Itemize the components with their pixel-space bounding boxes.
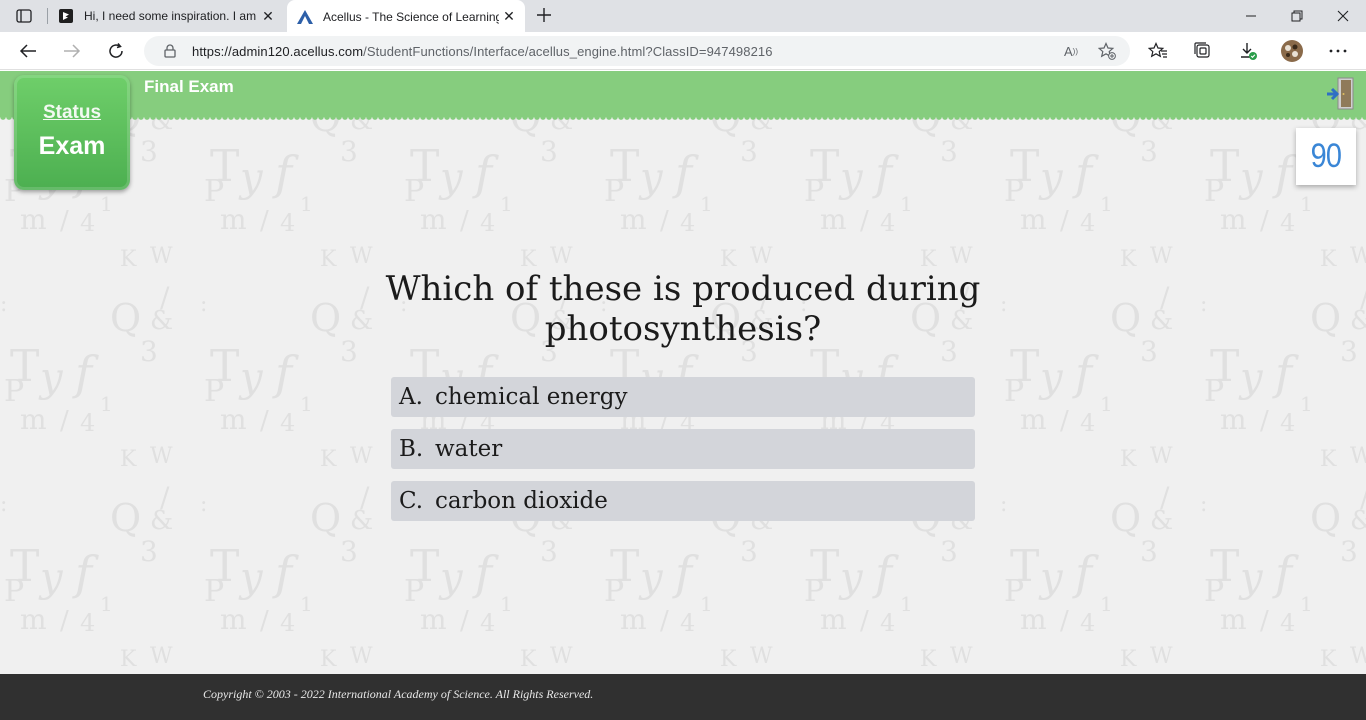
download-icon	[1241, 43, 1257, 60]
close-tab-icon[interactable]: ✕	[258, 6, 278, 26]
close-icon	[1337, 10, 1349, 22]
avatar-icon	[1281, 40, 1303, 62]
page-footer: Copyright © 2003 - 2022 International Ac…	[0, 674, 1366, 720]
close-window-button[interactable]	[1320, 0, 1366, 32]
question-text: Which of these is produced during photos…	[385, 269, 981, 349]
tab-acellus[interactable]: Acellus - The Science of Learning ✕	[287, 0, 525, 33]
favorites-button[interactable]	[1144, 37, 1172, 65]
answer-option-b[interactable]: B. water	[391, 429, 975, 469]
url-text[interactable]: https://admin120.acellus.com/StudentFunc…	[192, 44, 773, 59]
acellus-icon	[297, 9, 313, 25]
tab-title: Hi, I need some inspiration. I am	[84, 9, 257, 23]
add-favorite-icon[interactable]	[1096, 41, 1118, 61]
refresh-button[interactable]	[102, 37, 130, 65]
refresh-icon	[109, 43, 123, 58]
score-card: 90	[1296, 128, 1356, 185]
answer-list: A. chemical energy B. water C. carbon di…	[391, 377, 975, 533]
copyright-text: Copyright © 2003 - 2022 International Ac…	[203, 687, 594, 701]
collections-icon	[1194, 42, 1210, 58]
url-path: /StudentFunctions/Interface/acellus_engi…	[363, 43, 773, 59]
downloads-button[interactable]	[1234, 37, 1262, 65]
browser-toolbar: https://admin120.acellus.com/StudentFunc…	[0, 32, 1366, 70]
read-aloud-label: A	[1064, 43, 1073, 59]
acellus-page: T y f P m / 4 Q & 3 / K W : 1	[0, 71, 1366, 674]
settings-more-button[interactable]	[1324, 37, 1352, 65]
close-tab-icon[interactable]: ✕	[499, 7, 519, 27]
url-host: https://admin120.acellus.com	[192, 43, 364, 59]
new-tab-button[interactable]	[533, 4, 555, 26]
arrow-right-icon	[64, 44, 81, 58]
exit-button[interactable]	[1326, 77, 1356, 111]
bing-chat-icon	[58, 8, 74, 24]
address-bar[interactable]: https://admin120.acellus.com/StudentFunc…	[144, 36, 1130, 66]
answer-text: water	[435, 436, 503, 462]
status-value: Exam	[38, 132, 106, 160]
exam-title: Final Exam	[144, 77, 234, 96]
back-button[interactable]	[14, 37, 42, 65]
read-aloud-icon[interactable]: A))	[1060, 41, 1082, 61]
tab-actions-menu-button[interactable]	[10, 6, 38, 26]
lock-icon[interactable]	[162, 43, 178, 59]
status-link[interactable]: Status	[14, 102, 130, 124]
plus-icon	[537, 8, 551, 22]
favorites-icon	[1148, 42, 1167, 58]
minimize-icon	[1246, 15, 1256, 17]
answer-text: carbon dioxide	[435, 488, 608, 514]
tab-title: Acellus - The Science of Learning	[323, 9, 499, 24]
tab-actions-icon	[16, 9, 32, 23]
forward-button[interactable]	[58, 37, 86, 65]
browser-tab-bar: Hi, I need some inspiration. I am ✕ Acel…	[0, 0, 1366, 33]
collections-button[interactable]	[1189, 37, 1217, 65]
minimize-button[interactable]	[1228, 0, 1274, 32]
answer-option-c[interactable]: C. carbon dioxide	[391, 481, 975, 521]
tab-bing-chat[interactable]: Hi, I need some inspiration. I am ✕	[48, 0, 284, 32]
status-panel[interactable]: Status Exam	[14, 75, 130, 190]
answer-text: chemical energy	[435, 384, 628, 410]
restore-icon	[1291, 10, 1303, 22]
score-value: 90	[1310, 137, 1342, 175]
more-dots-icon	[1329, 49, 1347, 53]
answer-letter: C.	[399, 488, 424, 514]
header-scallop-edge	[0, 117, 1366, 122]
restore-button[interactable]	[1274, 0, 1320, 32]
answer-letter: B.	[399, 436, 424, 462]
answer-option-a[interactable]: A. chemical energy	[391, 377, 975, 417]
arrow-left-icon	[19, 44, 36, 58]
background-pattern: T y f P m / 4 Q & 3 / K W : 1	[0, 71, 1366, 674]
exit-door-icon	[1327, 77, 1354, 110]
profile-avatar[interactable]	[1278, 37, 1306, 65]
answer-letter: A.	[399, 384, 423, 410]
